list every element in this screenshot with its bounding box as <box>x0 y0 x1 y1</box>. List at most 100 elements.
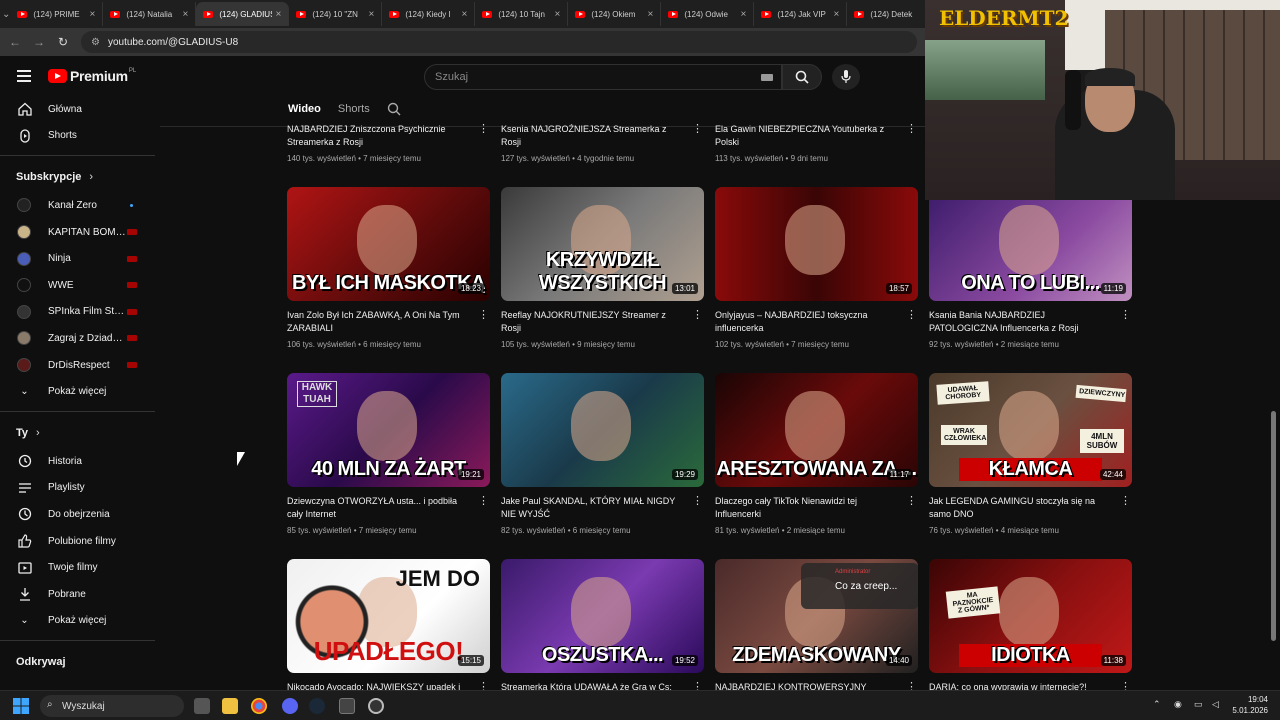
volume-icon[interactable]: ◁ <box>1212 699 1219 710</box>
video-title[interactable]: Dlaczego cały TikTok Nienawidzi tej Infl… <box>715 495 895 521</box>
more-actions-icon[interactable]: ⋮ <box>1120 682 1131 691</box>
video-title[interactable]: Ksenia NAJGROŹNIEJSZA Streamerka z Rosji <box>501 123 681 149</box>
sidebar-item-shorts[interactable]: Shorts <box>0 123 155 150</box>
video-title[interactable]: NAJBARDZIEJ KONTROWERSYJNY <box>715 681 895 690</box>
subscription-item[interactable]: WWE <box>0 272 155 299</box>
video-thumbnail[interactable]: ONA TO LUBI... 11:19 <box>929 187 1132 301</box>
close-tab-icon[interactable]: × <box>462 9 468 20</box>
forward-icon[interactable]: → <box>27 35 51 49</box>
site-info-icon[interactable]: ⚙ <box>91 37 100 48</box>
reload-icon[interactable]: ↻ <box>51 35 75 49</box>
show-more-subs[interactable]: ⌄ Pokaż więcej <box>0 378 155 405</box>
video-title[interactable]: Ivan Zolo Był Ich ZABAWKĄ, A Oni Na Tym … <box>287 309 467 335</box>
video-card[interactable]: OSZUSTKA... 19:52 Streamerka Która UDAWAŁA… <box>501 559 704 690</box>
video-title[interactable]: Ksania Bania NAJBARDZIEJ PATOLOGICZNA In… <box>929 309 1109 335</box>
back-icon[interactable]: ← <box>3 35 27 49</box>
microphone-tray-icon[interactable]: ◉ <box>1174 699 1182 710</box>
sidebar-item-twoje-filmy[interactable]: Twoje filmy <box>0 554 155 581</box>
keyboard-icon[interactable] <box>761 74 773 81</box>
browser-tab[interactable]: (124) Natalia × <box>103 2 197 26</box>
subscription-item[interactable]: DrDisRespect <box>0 352 155 379</box>
more-actions-icon[interactable]: ⋮ <box>692 682 703 691</box>
search-input[interactable]: Szukaj <box>424 64 782 90</box>
menu-icon[interactable] <box>17 70 31 82</box>
more-actions-icon[interactable]: ⋮ <box>692 310 703 323</box>
video-thumbnail[interactable]: UDAWAŁ CHOROBY DZIEWCZYNY WRAK CZŁOWIEKA 4M… <box>929 373 1132 487</box>
video-title[interactable]: DARIA: co ona wyprawia w internecie?! <box>929 681 1109 690</box>
sidebar-item-polubione-filmy[interactable]: Polubione filmy <box>0 528 155 555</box>
browser-tab[interactable]: (124) 10 Tajn × <box>475 2 569 26</box>
video-thumbnail[interactable]: OSZUSTKA... 19:52 <box>501 559 704 673</box>
channel-search-icon[interactable] <box>387 102 401 116</box>
more-actions-icon[interactable]: ⋮ <box>478 124 489 137</box>
video-thumbnail[interactable]: ARESZTOWANA ZA ... 11:17 <box>715 373 918 487</box>
taskbar-search[interactable]: ⌕ Wyszukaj <box>40 695 184 717</box>
browser-tab[interactable]: (124) Detek× <box>847 2 925 26</box>
video-card[interactable]: JEM DO UPADŁEGO! 15:15 Nikocado Avocado: NA… <box>287 559 490 690</box>
close-tab-icon[interactable]: × <box>741 9 747 20</box>
you-heading[interactable]: Ty › <box>0 418 155 448</box>
video-card[interactable]: ONA TO LUBI... 11:19 Ksania Bania NAJBARDZ… <box>929 187 1132 349</box>
address-bar[interactable]: ⚙ youtube.com/@GLADIUS-U8 <box>81 31 917 53</box>
video-card[interactable]: 19:29 Jake Paul SKANDAL, KTÓRY MIAŁ NIGDY… <box>501 373 704 535</box>
chrome-icon[interactable] <box>251 698 267 714</box>
file-explorer-icon[interactable] <box>222 698 238 714</box>
more-actions-icon[interactable]: ⋮ <box>692 496 703 509</box>
subscription-item[interactable]: Zagraj z Dziadkie... <box>0 325 155 352</box>
subscription-item[interactable]: SPInka Film Stud... <box>0 299 155 326</box>
video-card[interactable]: BYŁ ICH MASKOTKĄ 18:23 Ivan Zolo Był Ich Z… <box>287 187 490 349</box>
task-view-icon[interactable] <box>194 698 210 714</box>
more-actions-icon[interactable]: ⋮ <box>1120 496 1131 509</box>
tab-search-dropdown-icon[interactable]: ⌄ <box>2 3 10 25</box>
video-title[interactable]: Ela Gawin NIEBEZPIECZNA Youtuberka z Pol… <box>715 123 895 149</box>
video-thumbnail[interactable]: Administrator Co za creep... ZDEMASKOWANY 1… <box>715 559 918 673</box>
browser-tab[interactable]: (124) GLADIUS × <box>196 2 290 26</box>
video-title[interactable]: Dziewczyna OTWORZYŁA usta... i podbiła c… <box>287 495 467 521</box>
more-actions-icon[interactable]: ⋮ <box>692 124 703 137</box>
sidebar-item-do-obejrzenia[interactable]: Do obejrzenia <box>0 501 155 528</box>
subscription-item[interactable]: Kanał Zero <box>0 192 155 219</box>
video-thumbnail[interactable]: MA PAZNOKCIE Z GÓWN* IDIOTKA 11:38 <box>929 559 1132 673</box>
more-actions-icon[interactable]: ⋮ <box>1120 310 1131 323</box>
video-title[interactable]: Streamerka Która UDAWAŁA że Gra w Cs: <box>501 681 681 690</box>
windows-start-icon[interactable] <box>13 698 29 714</box>
show-more-you[interactable]: ⌄ Pokaż więcej <box>0 608 155 635</box>
browser-tab[interactable]: (124) PRIME × <box>10 2 104 26</box>
clock[interactable]: 19:04 5.01.2026 <box>1232 694 1268 716</box>
close-tab-icon[interactable]: × <box>834 9 840 20</box>
subscriptions-heading[interactable]: Subskrypcje › <box>0 162 155 192</box>
video-title[interactable]: NAJBARDZIEJ Zniszczona Psychicznie Strea… <box>287 123 467 149</box>
video-card[interactable]: KRZYWDZIŁ WSZYSTKICH 13:01 Reeflay NAJOKRU… <box>501 187 704 349</box>
tab-shorts[interactable]: Shorts <box>338 103 370 115</box>
video-title[interactable]: Jake Paul SKANDAL, KTÓRY MIAŁ NIGDY NIE … <box>501 495 681 521</box>
sidebar-item-historia[interactable]: Historia <box>0 448 155 475</box>
video-card[interactable]: UDAWAŁ CHOROBY DZIEWCZYNY WRAK CZŁOWIEKA 4M… <box>929 373 1132 535</box>
video-card[interactable]: MA PAZNOKCIE Z GÓWN* IDIOTKA 11:38 DARIA: c… <box>929 559 1132 690</box>
video-card[interactable]: 18:57 Onlyjayus – NAJBARDZIEJ toksyczna i… <box>715 187 918 349</box>
video-card[interactable]: Ksenia NAJGROŹNIEJSZA Streamerka z Rosji… <box>501 123 704 164</box>
search-button[interactable] <box>782 64 822 90</box>
network-icon[interactable]: ▭ <box>1194 699 1203 710</box>
close-tab-icon[interactable]: × <box>90 9 96 20</box>
more-actions-icon[interactable]: ⋮ <box>906 124 917 137</box>
video-title[interactable]: Onlyjayus – NAJBARDZIEJ toksyczna influe… <box>715 309 895 335</box>
video-thumbnail[interactable]: JEM DO UPADŁEGO! 15:15 <box>287 559 490 673</box>
sidebar-item-g-wna[interactable]: Główna <box>0 96 155 123</box>
more-actions-icon[interactable]: ⋮ <box>906 682 917 691</box>
video-thumbnail[interactable]: 19:29 <box>501 373 704 487</box>
more-actions-icon[interactable]: ⋮ <box>906 496 917 509</box>
video-thumbnail[interactable]: HAWK TUAH 40 MLN ZA ŻART 19:21 <box>287 373 490 487</box>
close-tab-icon[interactable]: × <box>648 9 654 20</box>
chevron-up-icon[interactable]: ⌃ <box>1153 699 1161 710</box>
video-title[interactable]: Jak LEGENDA GAMINGU stoczyła się na samo… <box>929 495 1109 521</box>
video-card[interactable]: Administrator Co za creep... ZDEMASKOWANY 1… <box>715 559 918 690</box>
tab-videos[interactable]: Wideo <box>288 103 321 115</box>
more-actions-icon[interactable]: ⋮ <box>478 310 489 323</box>
app-icon[interactable] <box>339 698 355 714</box>
browser-tab[interactable]: (124) Kiedy I × <box>382 2 476 26</box>
more-actions-icon[interactable]: ⋮ <box>478 496 489 509</box>
browser-tab[interactable]: (124) Jak VIP × <box>754 2 848 26</box>
video-thumbnail[interactable]: KRZYWDZIŁ WSZYSTKICH 13:01 <box>501 187 704 301</box>
sidebar-item-pobrane[interactable]: Pobrane <box>0 581 155 608</box>
video-card[interactable]: Ela Gawin NIEBEZPIECZNA Youtuberka z Pol… <box>715 123 918 164</box>
